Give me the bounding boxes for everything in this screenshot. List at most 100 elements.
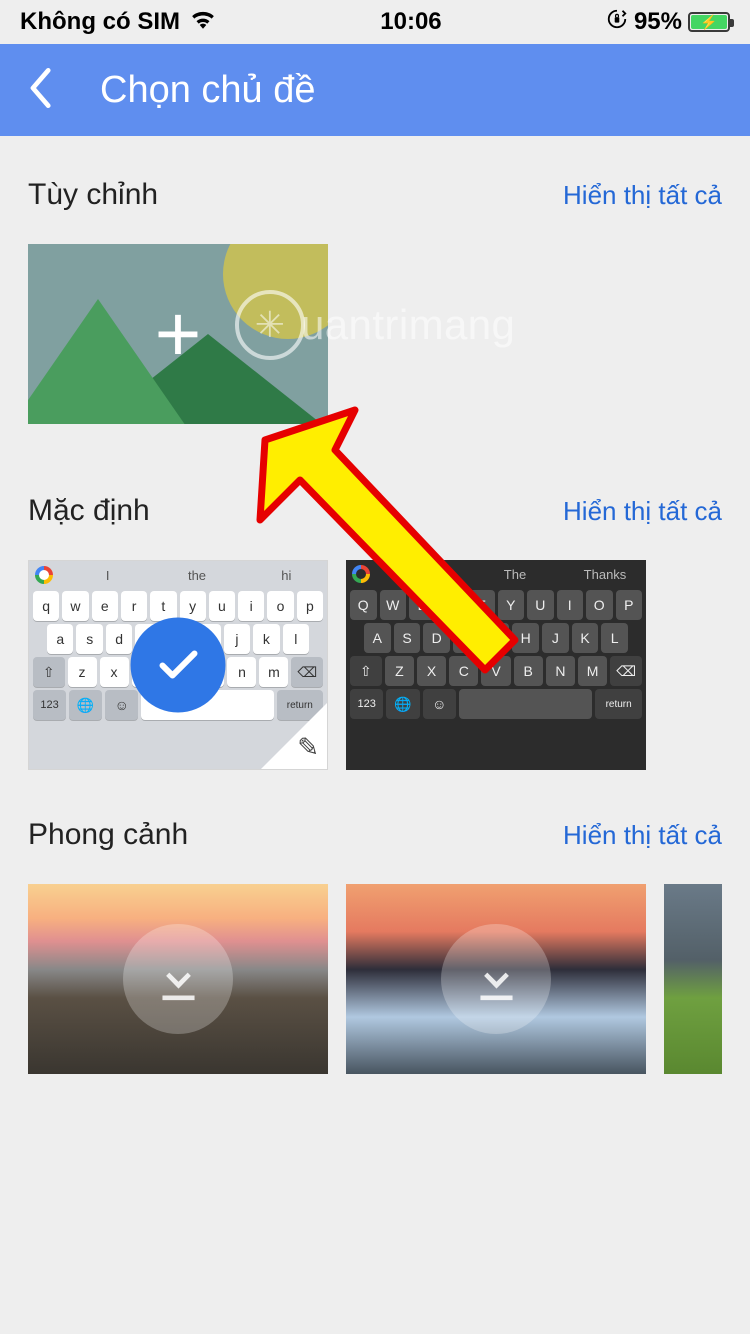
key: n [227, 657, 256, 687]
key: V [481, 656, 510, 686]
header-bar: Chọn chủ đề [0, 44, 750, 136]
status-right: 95% ⚡ [606, 8, 730, 37]
key: R [439, 590, 466, 620]
key: I [557, 590, 584, 620]
return-key: return [595, 689, 642, 719]
backspace-key: ⌫ [291, 657, 323, 687]
key: A [364, 623, 391, 653]
plus-icon: + [155, 294, 202, 374]
key: r [121, 591, 147, 621]
edit-icon[interactable]: ✎ [297, 732, 319, 763]
orientation-lock-icon [606, 8, 628, 37]
battery-icon: ⚡ [688, 12, 730, 32]
add-custom-theme-tile[interactable]: + [28, 244, 328, 424]
suggestion-text: I [73, 568, 142, 583]
key: X [417, 656, 446, 686]
key: t [150, 591, 176, 621]
key: P [616, 590, 643, 620]
globe-key: 🌐 [69, 690, 102, 720]
landscape-theme-1[interactable] [28, 884, 328, 1074]
key: y [180, 591, 206, 621]
key: F [453, 623, 480, 653]
key: q [33, 591, 59, 621]
key: C [449, 656, 478, 686]
key: o [267, 591, 293, 621]
backspace-key: ⌫ [610, 656, 642, 686]
suggestion-text: I [390, 567, 460, 582]
suggestion-text: hi [252, 568, 321, 583]
clock-text: 10:06 [380, 8, 441, 36]
key: S [394, 623, 421, 653]
key: K [572, 623, 599, 653]
download-icon [441, 924, 551, 1034]
google-icon [35, 566, 53, 584]
key: H [512, 623, 539, 653]
key: Z [385, 656, 414, 686]
key: s [76, 624, 102, 654]
key: p [297, 591, 323, 621]
key: j [224, 624, 250, 654]
key: u [209, 591, 235, 621]
back-button[interactable] [28, 68, 52, 113]
key: T [468, 590, 495, 620]
key: U [527, 590, 554, 620]
space-key [459, 689, 592, 719]
suggestion-text: Thanks [570, 567, 640, 582]
landscape-theme-3[interactable] [664, 884, 722, 1074]
key: Y [498, 590, 525, 620]
key: k [253, 624, 279, 654]
wifi-icon [190, 8, 216, 36]
key: x [100, 657, 129, 687]
num-key: 123 [33, 690, 66, 720]
key: a [47, 624, 73, 654]
key: O [586, 590, 613, 620]
key: B [514, 656, 543, 686]
section-custom-showall[interactable]: Hiển thị tất cả [563, 180, 722, 211]
download-icon [123, 924, 233, 1034]
battery-percent: 95% [634, 8, 682, 36]
key: J [542, 623, 569, 653]
key: M [578, 656, 607, 686]
shift-key: ⇧ [33, 657, 65, 687]
charging-icon: ⚡ [700, 14, 717, 31]
key: Q [350, 590, 377, 620]
status-bar: Không có SIM 10:06 95% ⚡ [0, 0, 750, 44]
key: l [283, 624, 309, 654]
section-custom: Tùy chỉnh Hiển thị tất cả + [0, 136, 750, 424]
google-icon [352, 565, 370, 583]
theme-light-keyboard[interactable]: I the hi qwertyuiop asdfghjkl ⇧ zxcvbnm … [28, 560, 328, 770]
suggestion-text: The [480, 567, 550, 582]
section-landscape-title: Phong cảnh [28, 818, 188, 852]
section-landscape: Phong cảnh Hiển thị tất cả [0, 770, 750, 1084]
key: d [106, 624, 132, 654]
key: N [546, 656, 575, 686]
key: w [62, 591, 88, 621]
landscape-row[interactable] [28, 884, 722, 1084]
landscape-theme-2[interactable] [346, 884, 646, 1074]
selected-check-icon [131, 618, 226, 713]
emoji-key: ☺ [105, 690, 138, 720]
key: e [92, 591, 118, 621]
key: D [423, 623, 450, 653]
carrier-text: Không có SIM [20, 8, 180, 36]
key: E [409, 590, 436, 620]
key: m [259, 657, 288, 687]
section-default-title: Mặc định [28, 494, 150, 528]
shift-key: ⇧ [350, 656, 382, 686]
num-key: 123 [350, 689, 383, 719]
status-left: Không có SIM [20, 8, 216, 36]
section-landscape-showall[interactable]: Hiển thị tất cả [563, 820, 722, 851]
key: i [238, 591, 264, 621]
section-custom-title: Tùy chỉnh [28, 178, 158, 212]
section-default-showall[interactable]: Hiển thị tất cả [563, 496, 722, 527]
page-title: Chọn chủ đề [100, 69, 316, 112]
section-default: Mặc định Hiển thị tất cả I the hi qwerty… [0, 424, 750, 770]
globe-key: 🌐 [386, 689, 419, 719]
key: L [601, 623, 628, 653]
key: G [483, 623, 510, 653]
theme-dark-keyboard[interactable]: I The Thanks QWERTYUIOP ASDFGHJKL ⇧ ZXCV… [346, 560, 646, 770]
suggestion-text: the [162, 568, 231, 583]
key: W [380, 590, 407, 620]
emoji-key: ☺ [423, 689, 456, 719]
key: z [68, 657, 97, 687]
